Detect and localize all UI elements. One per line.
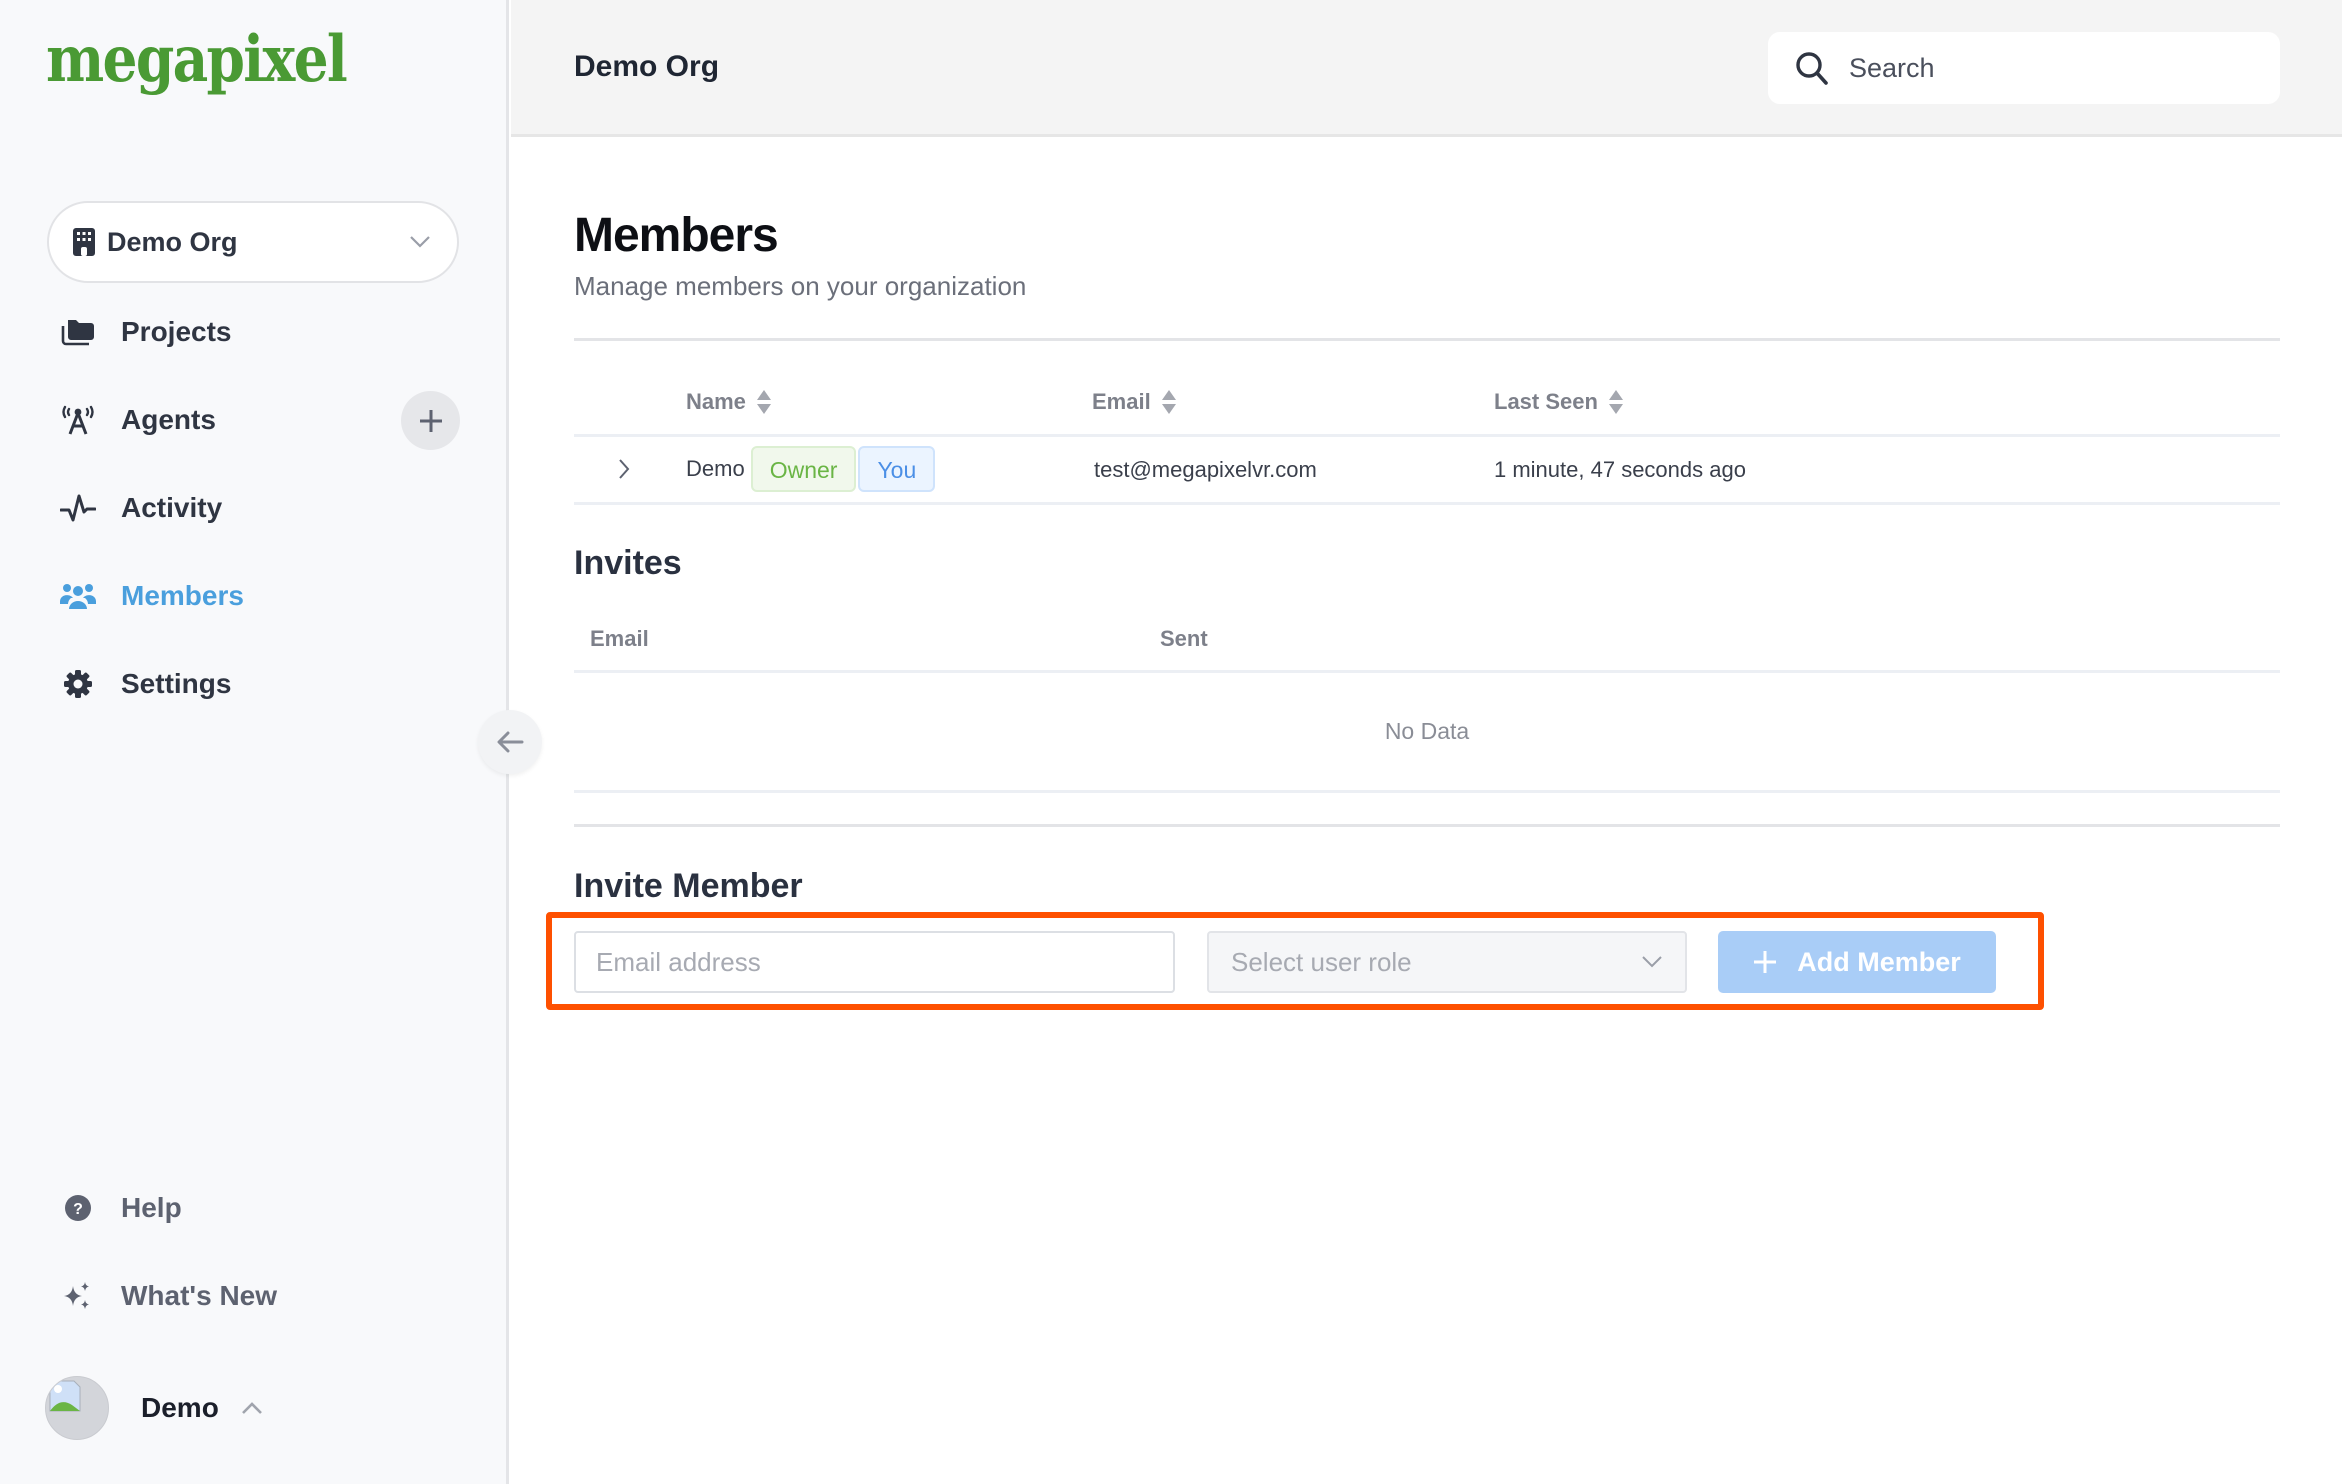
column-label: Email <box>1092 389 1151 414</box>
search-input[interactable]: Search <box>1768 32 2280 104</box>
member-name: Demo <box>686 456 745 481</box>
users-icon <box>48 578 108 614</box>
pulse-icon <box>48 490 108 526</box>
top-bar: Demo Org Search <box>511 0 2342 137</box>
chevron-down-icon <box>410 236 430 248</box>
megapixel-logo[interactable]: megapixel <box>46 22 348 97</box>
invites-column-email: Email <box>590 626 649 651</box>
sidebar-item-label: Settings <box>121 668 232 699</box>
chevron-right-icon[interactable] <box>614 457 634 481</box>
main-content: Members Manage members on your organizat… <box>511 140 2342 1484</box>
member-name-cell: Demo Owner You <box>686 446 936 492</box>
chevron-down-icon <box>1642 956 1662 968</box>
org-selector[interactable]: Demo Org <box>47 201 459 283</box>
sidebar-item-settings[interactable]: Settings <box>48 649 460 719</box>
search-icon <box>1796 52 1828 85</box>
gear-icon <box>48 666 108 702</box>
column-header-email[interactable]: Email <box>1092 389 1177 415</box>
sidebar-item-label: Activity <box>121 492 223 523</box>
invite-member-title: Invite Member <box>574 867 803 905</box>
sort-icon[interactable] <box>1161 389 1177 415</box>
folder-icon <box>48 314 108 350</box>
antenna-icon <box>48 402 108 438</box>
invites-column-sent: Sent <box>1160 626 1208 651</box>
empty-state-text: No Data <box>1384 718 1470 744</box>
svg-text:?: ? <box>73 1201 83 1218</box>
sort-icon[interactable] <box>1608 389 1624 415</box>
arrow-left-icon <box>497 731 524 753</box>
sidebar-item-agents[interactable]: Agents <box>48 385 460 455</box>
invites-header-border <box>574 670 2280 673</box>
sparkles-icon <box>48 1278 108 1314</box>
sidebar-item-whats-new[interactable]: What's New <box>48 1261 460 1331</box>
building-icon <box>73 228 95 256</box>
table-header-border <box>574 434 2280 437</box>
plus-icon <box>1754 951 1777 973</box>
sort-icon[interactable] <box>756 389 772 415</box>
org-selector-value: Demo Org <box>107 226 238 257</box>
email-address-input[interactable] <box>574 931 1175 993</box>
invites-title: Invites <box>574 544 682 582</box>
search-placeholder: Search <box>1849 52 1935 83</box>
help-circle-icon: ? <box>48 1190 108 1226</box>
member-last-seen: 1 minute, 47 seconds ago <box>1494 457 1746 482</box>
sidebar-item-projects[interactable]: Projects <box>48 297 460 367</box>
divider <box>574 338 2280 341</box>
sidebar-item-activity[interactable]: Activity <box>48 473 460 543</box>
column-label: Name <box>686 389 746 414</box>
plus-icon <box>419 409 442 432</box>
owner-badge: Owner <box>750 446 857 492</box>
you-badge: You <box>858 446 936 492</box>
sidebar: megapixel Demo Org Projects Agents Activ… <box>0 0 509 1484</box>
avatar <box>45 1376 109 1440</box>
column-header-name[interactable]: Name <box>686 389 772 415</box>
collapse-sidebar-button[interactable] <box>478 710 542 774</box>
add-member-button[interactable]: Add Member <box>1718 931 1996 993</box>
sidebar-item-label: What's New <box>121 1280 278 1311</box>
user-name: Demo <box>141 1392 219 1423</box>
invites-body-border <box>574 790 2280 793</box>
sidebar-item-members[interactable]: Members <box>48 561 460 631</box>
table-row-border <box>574 502 2280 505</box>
sidebar-item-label: Agents <box>121 404 216 435</box>
page-subtitle: Manage members on your organization <box>574 271 1027 301</box>
column-header-last-seen[interactable]: Last Seen <box>1494 389 1624 415</box>
column-label: Last Seen <box>1494 389 1598 414</box>
member-email: test@megapixelvr.com <box>1094 457 1317 482</box>
add-agent-button[interactable] <box>401 391 460 450</box>
sidebar-item-label: Members <box>121 580 244 611</box>
chevron-up-icon <box>241 1402 262 1414</box>
header-org-title: Demo Org <box>574 50 720 83</box>
add-member-label: Add Member <box>1797 946 1961 977</box>
user-menu[interactable]: Demo <box>45 1375 263 1441</box>
sidebar-item-help[interactable]: ? Help <box>48 1173 460 1243</box>
page-title: Members <box>574 209 779 262</box>
broken-image-icon <box>49 1380 81 1412</box>
user-role-select[interactable]: Select user role <box>1207 931 1687 993</box>
sidebar-item-label: Projects <box>121 316 232 347</box>
divider <box>574 824 2280 827</box>
sidebar-item-label: Help <box>121 1192 182 1223</box>
role-select-placeholder: Select user role <box>1231 946 1412 977</box>
